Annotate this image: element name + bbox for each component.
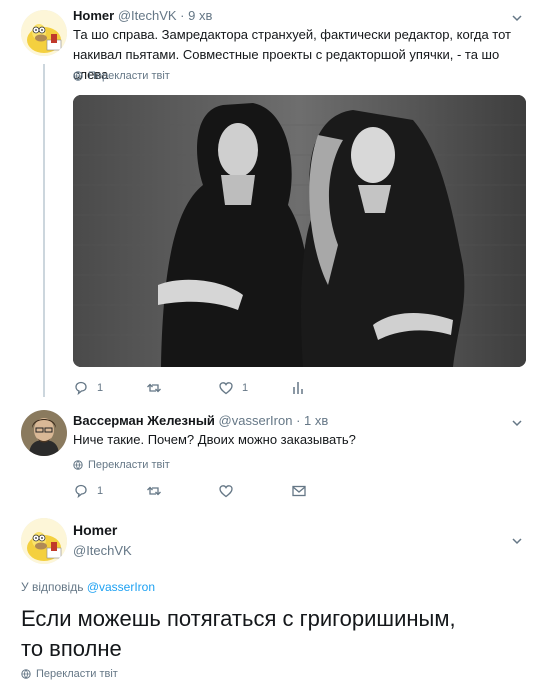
like-action[interactable]	[218, 483, 234, 499]
translate-label[interactable]: Перекласти твіт	[88, 70, 170, 82]
separator-dot: ·	[296, 413, 301, 428]
tweet-vasserman[interactable]: Вассерман Железный @vasserIron · 1 хв Ни…	[0, 398, 544, 510]
globe-icon	[21, 669, 31, 679]
tweet-homer-focused[interactable]: Homer @ItechVK У відповідь @vasserIron Е…	[0, 510, 544, 693]
translate-label[interactable]: Перекласти твіт	[88, 459, 170, 471]
reply-action[interactable]: 1	[73, 380, 103, 396]
globe-icon	[73, 460, 83, 470]
homer-avatar-image	[21, 10, 67, 56]
retweet-icon	[147, 383, 161, 393]
tweet-text-line: то вполне	[21, 636, 122, 661]
translate-link[interactable]: Перекласти твіт	[73, 459, 170, 471]
like-action[interactable]: 1	[218, 380, 248, 396]
tweet-photo[interactable]	[73, 95, 526, 367]
retweet-action[interactable]	[146, 380, 170, 396]
avatar[interactable]	[21, 518, 67, 564]
user-handle[interactable]: @vasserIron	[219, 413, 293, 428]
thread-line	[43, 64, 45, 397]
tweet-header: Вассерман Железный @vasserIron · 1 хв	[73, 413, 328, 428]
reply-count: 1	[97, 485, 104, 497]
retweet-action[interactable]	[146, 483, 162, 499]
reply-to-handle[interactable]: @vasserIron	[87, 580, 155, 594]
avatar[interactable]	[21, 410, 67, 456]
heart-icon	[219, 382, 233, 395]
chevron-down-icon[interactable]	[511, 12, 523, 24]
separator-dot: ·	[180, 8, 185, 23]
translate-link[interactable]: Перекласти твіт	[73, 70, 170, 82]
retweet-icon	[147, 486, 161, 496]
tweet-text: Ниче такие. Почем? Двоих можно заказыват…	[73, 432, 356, 447]
analytics-action[interactable]	[291, 380, 307, 396]
timestamp[interactable]: 9 хв	[188, 8, 212, 23]
vasserman-avatar-image	[21, 410, 67, 456]
display-name[interactable]: Вассерман Железный	[73, 413, 215, 428]
homer-avatar-image	[21, 518, 67, 564]
like-count: 1	[242, 382, 249, 394]
chevron-down-icon[interactable]	[511, 535, 523, 547]
reply-icon	[75, 484, 87, 499]
globe-icon	[73, 71, 83, 81]
reply-to-line: У відповідь @vasserIron	[21, 580, 155, 594]
envelope-icon	[292, 485, 306, 497]
reply-count: 1	[97, 382, 104, 394]
tweet-header: Homer @ItechVK · 9 хв	[73, 8, 212, 23]
user-handle[interactable]: @ItechVK	[73, 543, 132, 558]
tweet-homer-1[interactable]: Homer @ItechVK · 9 хв Та шо справа. Замр…	[0, 0, 544, 397]
tweet-text-line: Если можешь потягаться с григоришиным,	[21, 606, 456, 631]
dm-action[interactable]	[291, 483, 307, 499]
reply-action[interactable]: 1	[73, 483, 103, 499]
reply-to-prefix: У відповідь	[21, 580, 84, 594]
user-handle[interactable]: @ItechVK	[118, 8, 177, 23]
display-name[interactable]: Homer	[73, 8, 114, 23]
timestamp[interactable]: 1 хв	[304, 413, 328, 428]
display-name[interactable]: Homer	[73, 522, 132, 538]
translate-link[interactable]: Перекласти твіт	[21, 668, 118, 680]
tweet-text-line: Та шо справа. Замредактора странхуей, фа…	[73, 27, 512, 42]
analytics-icon	[293, 382, 303, 394]
reply-icon	[75, 381, 87, 396]
chevron-down-icon[interactable]	[511, 417, 523, 429]
heart-icon	[219, 485, 233, 498]
translate-label[interactable]: Перекласти твіт	[36, 668, 118, 680]
photo-two-women	[73, 95, 526, 367]
tweet-text: Если можешь потягаться с григоришиным, т…	[21, 604, 531, 664]
display-name-block: Homer @ItechVK	[73, 522, 132, 558]
avatar[interactable]	[21, 10, 67, 56]
